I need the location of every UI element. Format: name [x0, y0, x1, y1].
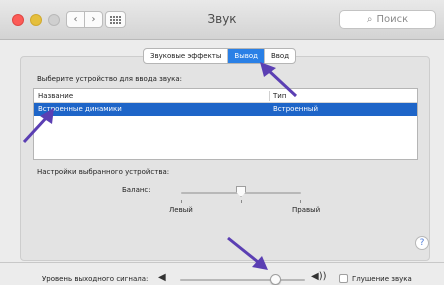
column-header-type[interactable]: Тип	[273, 92, 286, 100]
device-type-cell: Встроенный	[273, 105, 318, 113]
settings-heading: Настройки выбранного устройства:	[37, 168, 170, 176]
balance-tick-right	[300, 200, 301, 203]
balance-left-label: Левый	[169, 206, 193, 214]
search-field[interactable]: ⌕ Поиск	[339, 10, 436, 29]
title-bar: ‹ › Звук ⌕ Поиск	[0, 0, 444, 40]
balance-label: Баланс:	[122, 186, 151, 194]
balance-tick-center	[241, 200, 242, 203]
speaker-quiet-icon: ◀	[158, 272, 166, 283]
mute-label: Глушение звука	[352, 275, 412, 283]
search-placeholder: Поиск	[376, 14, 409, 25]
tab-bar: Звуковые эффекты Вывод Ввод	[143, 48, 297, 64]
device-prompt: Выберите устройство для ввода звука:	[37, 75, 182, 83]
device-name-cell: Встроенные динамики	[38, 105, 122, 113]
tab-output[interactable]: Вывод	[228, 49, 265, 63]
device-table-header: Название Тип	[34, 89, 417, 103]
volume-slider-knob[interactable]	[269, 274, 281, 285]
tab-input[interactable]: Ввод	[265, 49, 295, 63]
mute-checkbox[interactable]	[339, 274, 348, 283]
balance-right-label: Правый	[292, 206, 321, 214]
search-icon: ⌕	[366, 14, 373, 25]
column-divider	[269, 91, 270, 101]
output-volume-label: Уровень выходного сигнала:	[42, 275, 149, 283]
help-button[interactable]: ?	[415, 236, 429, 250]
section-divider	[0, 262, 444, 263]
device-table: Название Тип Встроенные динамики Встроен…	[33, 88, 418, 160]
column-header-name[interactable]: Название	[38, 92, 73, 100]
table-row[interactable]: Встроенные динамики Встроенный	[34, 103, 417, 116]
tab-sound-effects[interactable]: Звуковые эффекты	[144, 49, 229, 63]
balance-tick-left	[181, 200, 182, 203]
speaker-loud-icon: ◀))	[311, 271, 327, 282]
volume-slider-track[interactable]	[180, 279, 305, 281]
